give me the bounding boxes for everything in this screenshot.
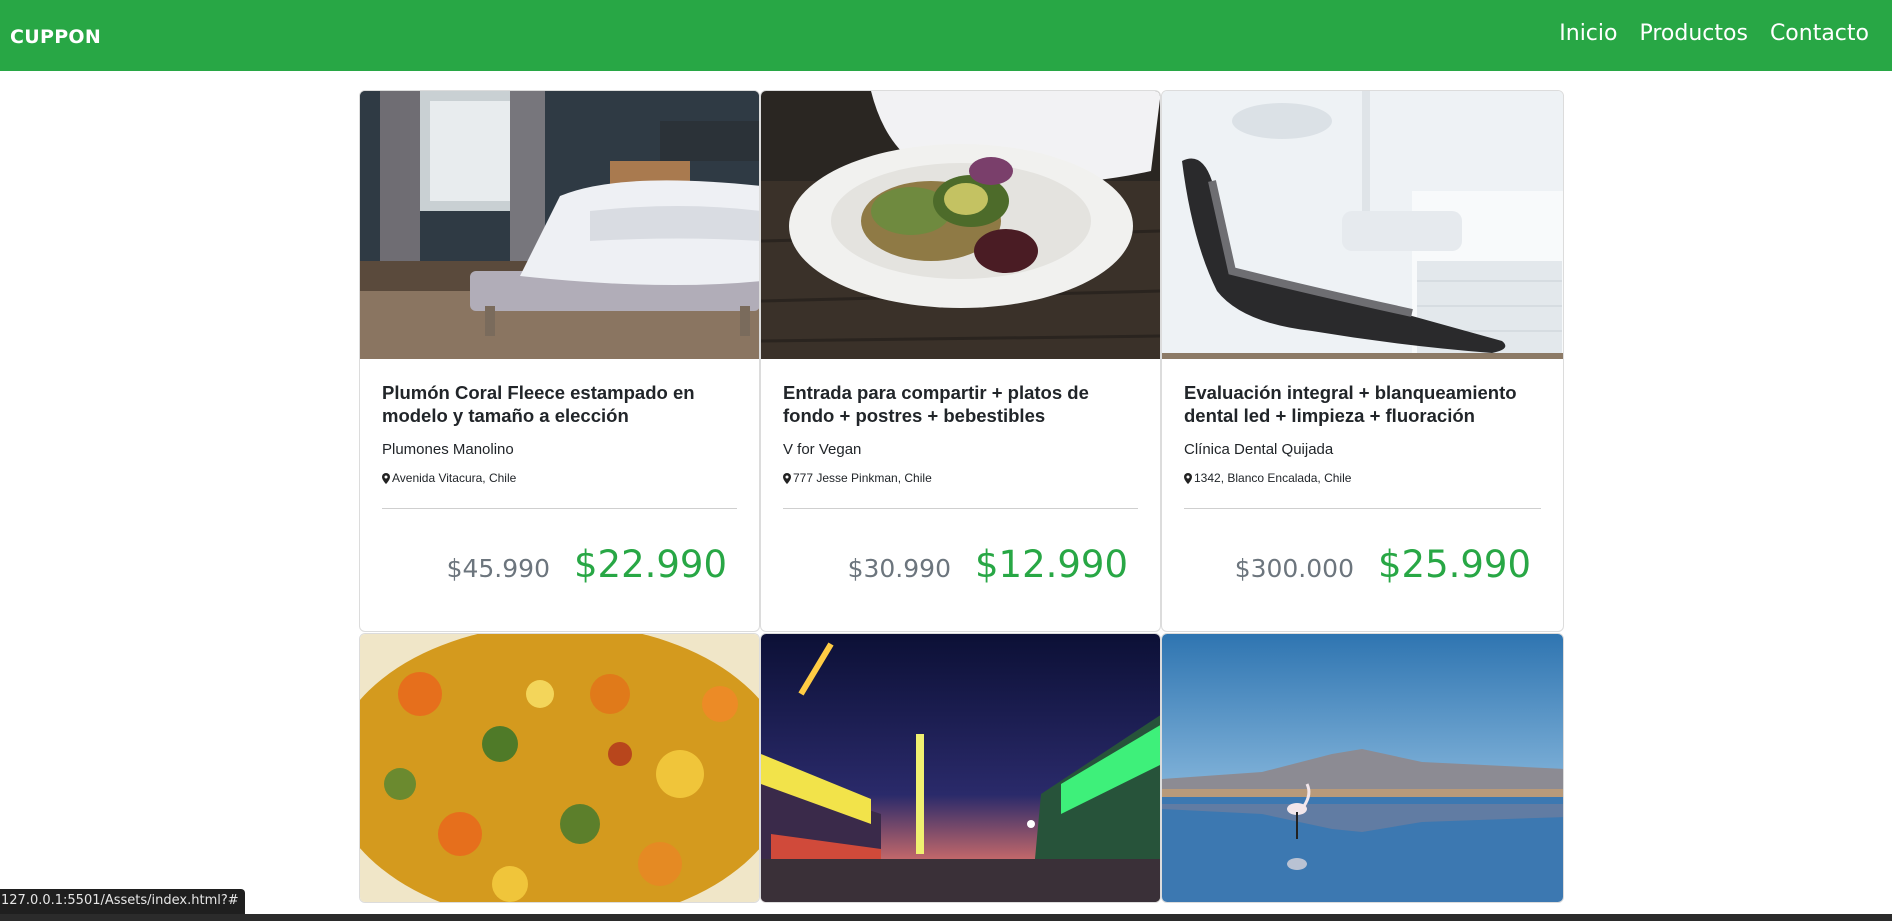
card-body: Entrada para compartir + platos de fondo…	[761, 359, 1160, 631]
product-image-fair[interactable]	[761, 634, 1160, 902]
price-row: $30.990 $12.990	[783, 543, 1138, 586]
nav-link-contacto[interactable]: Contacto	[1770, 21, 1869, 46]
product-card[interactable]: Entrada para compartir + platos de fondo…	[760, 90, 1161, 632]
map-pin-icon	[783, 472, 791, 484]
product-card[interactable]: Plumón Coral Fleece estampado en modelo …	[359, 90, 760, 632]
store-name: Clínica Dental Quijada	[1184, 441, 1334, 458]
product-location: 777 Jesse Pinkman, Chile	[783, 471, 1138, 485]
nav-link-productos[interactable]: Productos	[1639, 21, 1747, 46]
store-name: V for Vegan	[783, 441, 862, 458]
nav-links: Inicio Productos Contacto	[1559, 21, 1869, 46]
product-location: 1342, Blanco Encalada, Chile	[1184, 471, 1541, 485]
old-price: $30.990	[847, 554, 951, 583]
status-bar-url: 127.0.0.1:5501/Assets/index.html?#	[0, 889, 245, 914]
old-price: $45.990	[446, 554, 550, 583]
map-pin-icon	[382, 472, 390, 484]
product-image-vegan-plate[interactable]	[761, 91, 1160, 359]
product-grid: Plumón Coral Fleece estampado en modelo …	[359, 90, 1564, 903]
price-row: $45.990 $22.990	[382, 543, 737, 586]
stew-image	[360, 634, 759, 902]
store-name: Plumones Manolino	[382, 441, 514, 458]
product-card[interactable]	[760, 633, 1161, 903]
old-price: $300.000	[1234, 554, 1354, 583]
product-card[interactable]	[359, 633, 760, 903]
product-title: Entrada para compartir + platos de fondo…	[783, 382, 1089, 426]
dental-chair-image	[1162, 91, 1563, 359]
map-pin-icon	[1184, 472, 1192, 484]
window-bottom-edge	[0, 914, 1892, 921]
product-image-stew[interactable]	[360, 634, 759, 902]
nav-link-inicio[interactable]: Inicio	[1559, 21, 1617, 46]
product-title: Evaluación integral + blanqueamiento den…	[1184, 382, 1517, 426]
product-title: Plumón Coral Fleece estampado en modelo …	[382, 382, 695, 426]
divider	[783, 508, 1138, 509]
brand-logo[interactable]: CUPPON	[10, 26, 101, 48]
card-body: Plumón Coral Fleece estampado en modelo …	[360, 359, 759, 631]
new-price: $22.990	[573, 543, 727, 586]
divider	[1184, 508, 1541, 509]
vegan-plate-image	[761, 91, 1160, 359]
card-body: Evaluación integral + blanqueamiento den…	[1162, 359, 1563, 631]
location-text: 777 Jesse Pinkman, Chile	[793, 471, 932, 485]
price-row: $300.000 $25.990	[1184, 543, 1541, 586]
navbar: CUPPON Inicio Productos Contacto	[0, 0, 1892, 71]
product-card[interactable]	[1161, 633, 1564, 903]
fair-night-image	[761, 634, 1160, 902]
product-image-flamingo[interactable]	[1162, 634, 1563, 902]
flamingo-lagoon-image	[1162, 634, 1563, 902]
new-price: $25.990	[1377, 543, 1531, 586]
product-image-dental[interactable]	[1162, 91, 1563, 359]
bedroom-image	[360, 91, 759, 359]
new-price: $12.990	[974, 543, 1128, 586]
divider	[382, 508, 737, 509]
product-card[interactable]: Evaluación integral + blanqueamiento den…	[1161, 90, 1564, 632]
product-image-bedroom[interactable]	[360, 91, 759, 359]
product-location: Avenida Vitacura, Chile	[382, 471, 737, 485]
location-text: 1342, Blanco Encalada, Chile	[1194, 471, 1352, 485]
location-text: Avenida Vitacura, Chile	[392, 471, 517, 485]
